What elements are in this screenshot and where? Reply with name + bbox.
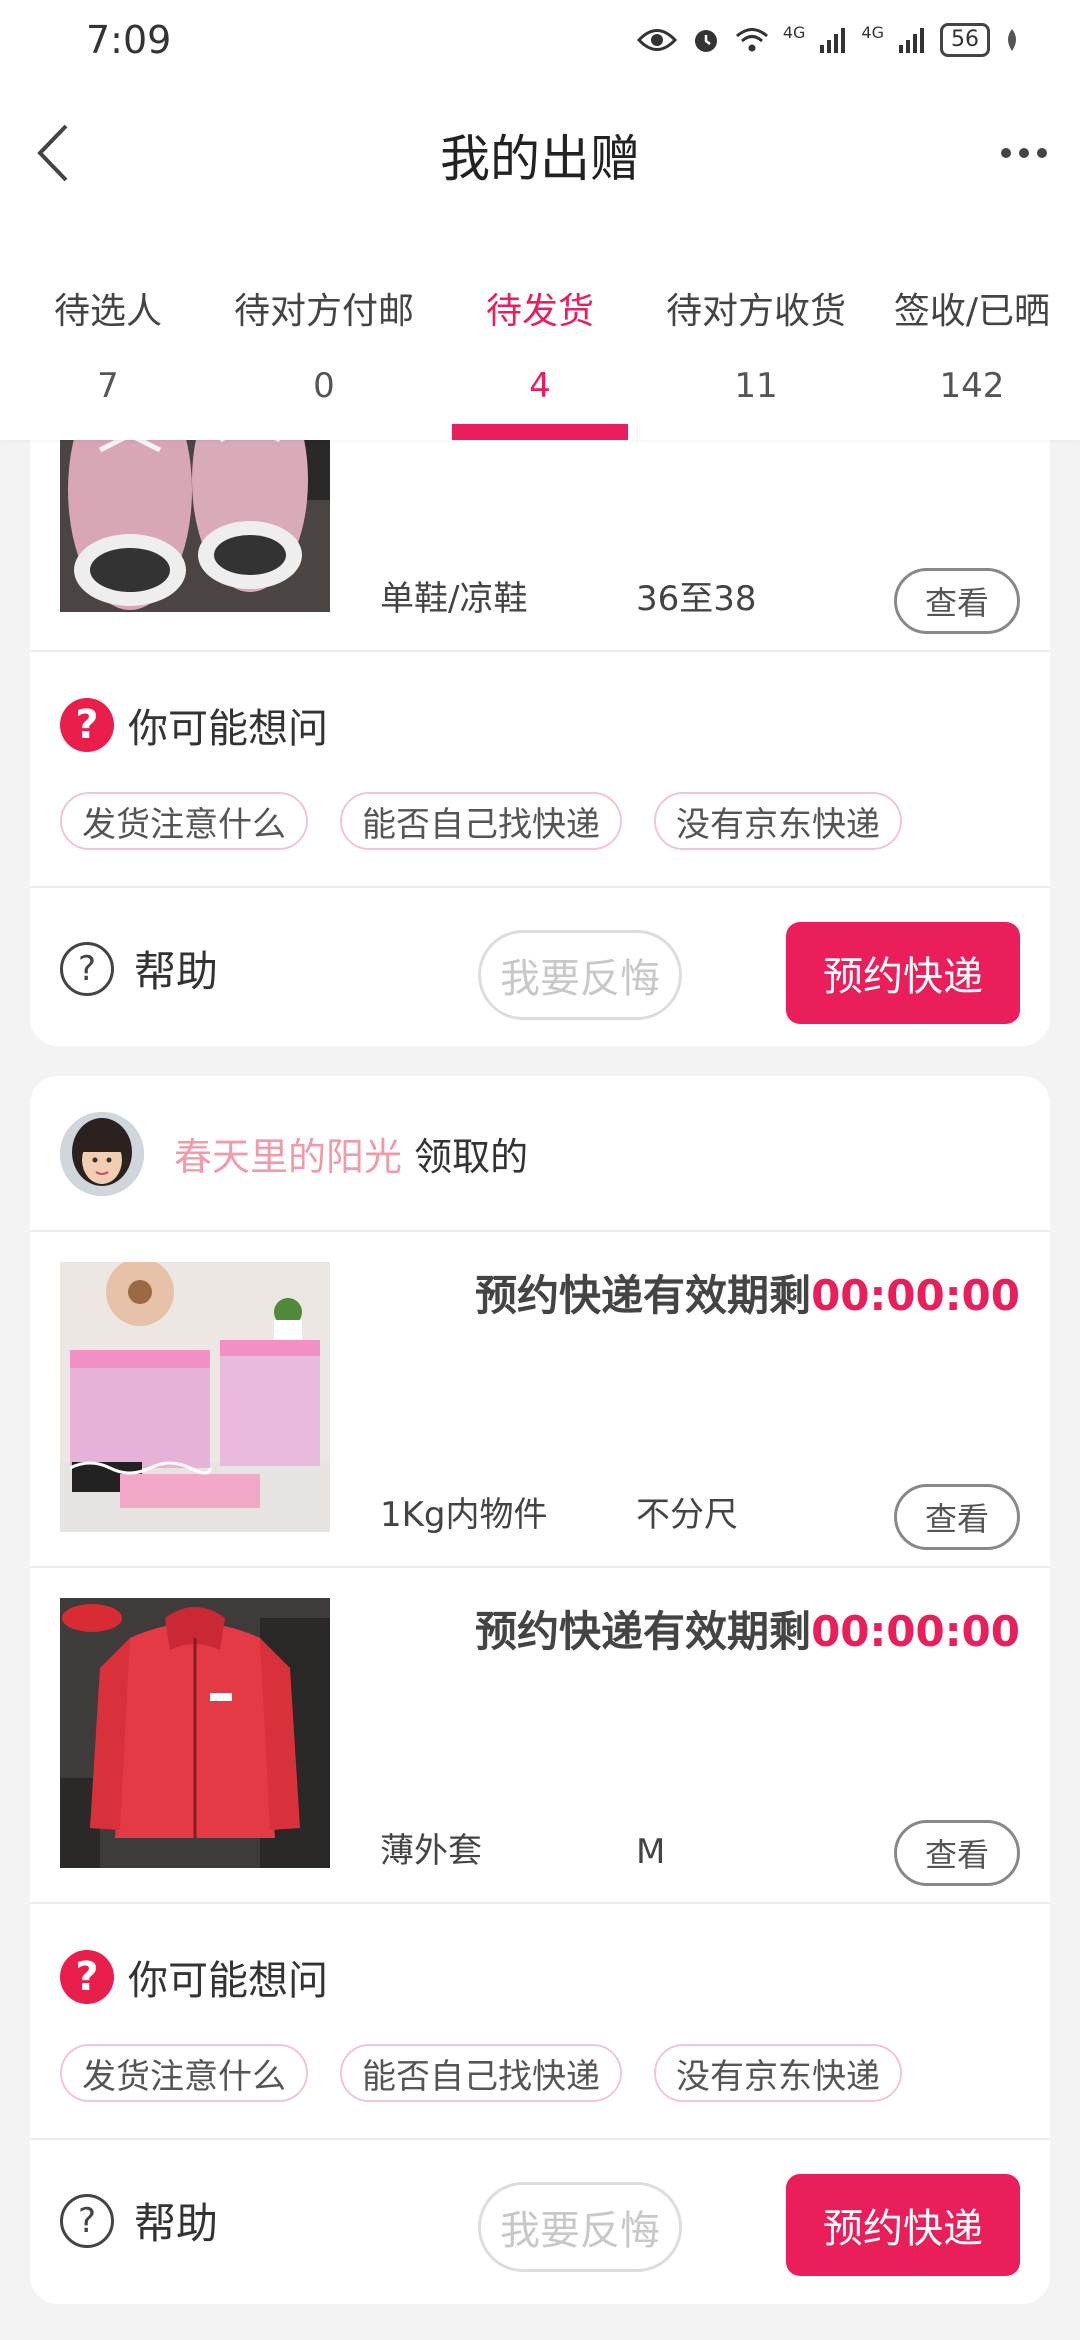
recipient-info: 春天里的阳光 领取的 (174, 1126, 528, 1181)
red-jacket-image (60, 1598, 330, 1868)
help-button[interactable]: ? 帮助 (60, 938, 218, 999)
status-time: 7:09 (86, 18, 172, 62)
battery-icon: 56 (940, 23, 990, 57)
help-label: 帮助 (134, 2199, 219, 2248)
product-size: 36至38 (636, 579, 757, 619)
recipient-name[interactable]: 春天里的阳光 (174, 1135, 402, 1179)
courier-countdown: 预约快递有效期剩00:00:00 (475, 1262, 1020, 1323)
help-label: 帮助 (134, 947, 219, 996)
avatar-image (60, 1112, 144, 1196)
help-circle-icon: ? (60, 941, 114, 996)
signal-icon (820, 28, 846, 53)
status-tabs: 待选人 7 待对方付邮 0 待发货 4 待对方收货 11 签收/已晒 142 (0, 230, 1080, 440)
product-type: 单鞋/凉鞋 (380, 579, 528, 619)
product-row: 预约快递有效期剩00:00:00 1Kg内物件 不分尺 查看 (30, 1232, 1050, 1568)
tab-pending-ship[interactable]: 待发货 4 (432, 230, 648, 440)
action-bar: ? 帮助 我要反悔 预约快递 (30, 2142, 1050, 2302)
product-thumbnail-lace-covers[interactable] (60, 1262, 330, 1532)
product-row: 预约快递有效期剩00:00:00 薄外套 M 查看 (30, 1568, 1050, 1904)
signal-icon-2 (899, 28, 924, 53)
faq-chip[interactable]: 能否自己找快递 (340, 792, 622, 850)
countdown-label: 预约快递有效期剩 (475, 1607, 812, 1656)
product-size: 不分尺 (636, 1495, 738, 1535)
faq-section: ? 你可能想问 发货注意什么 能否自己找快递 没有京东快递 (30, 1904, 1050, 2140)
book-courier-button[interactable]: 预约快递 (786, 922, 1020, 1024)
faq-chip[interactable]: 没有京东快递 (654, 792, 902, 850)
tab-count: 11 (734, 366, 778, 406)
faq-chips: 发货注意什么 能否自己找快递 没有京东快递 (60, 2044, 902, 2102)
back-arrow-icon[interactable] (26, 118, 86, 188)
tab-label: 签收/已晒 (893, 291, 1051, 332)
regret-button[interactable]: 我要反悔 (478, 2182, 682, 2272)
tab-signed-shared[interactable]: 签收/已晒 142 (864, 230, 1080, 440)
product-thumbnail-jacket[interactable] (60, 1598, 330, 1868)
nav-bar: 我的出赠 (0, 80, 1080, 230)
faq-chip[interactable]: 发货注意什么 (60, 2044, 308, 2102)
help-button[interactable]: ? 帮助 (60, 2190, 218, 2251)
leaf-icon (1008, 29, 1016, 51)
tab-label: 待发货 (485, 291, 594, 332)
tab-label: 待对方付邮 (233, 291, 414, 332)
faq-chip[interactable]: 没有京东快递 (654, 2044, 902, 2102)
book-courier-button[interactable]: 预约快递 (786, 2174, 1020, 2276)
faq-chips: 发货注意什么 能否自己找快递 没有京东快递 (60, 792, 902, 850)
recipient-suffix: 领取的 (414, 1135, 529, 1179)
recipient-row: 春天里的阳光 领取的 (30, 1076, 1050, 1232)
eye-icon (636, 29, 677, 51)
tab-active-indicator (452, 424, 628, 440)
tab-pending-select[interactable]: 待选人 7 (0, 230, 216, 440)
alarm-icon (694, 30, 717, 52)
faq-header: ? 你可能想问 (60, 696, 328, 754)
countdown-time: 00:00:00 (811, 1607, 1020, 1656)
countdown-label: 预约快递有效期剩 (475, 1271, 812, 1320)
wifi-icon (735, 28, 768, 52)
faq-header: ? 你可能想问 (60, 1948, 328, 2006)
product-size: M (636, 1832, 666, 1872)
faq-title: 你可能想问 (128, 706, 328, 752)
lace-covers-image (60, 1262, 330, 1532)
question-icon: ? (60, 1950, 114, 2004)
tab-pending-postage[interactable]: 待对方付邮 0 (216, 230, 432, 440)
status-bar: 7:09 4G 4G 56 (0, 0, 1080, 80)
faq-section: ? 你可能想问 发货注意什么 能否自己找快递 没有京东快递 (30, 652, 1050, 888)
view-button[interactable]: 查看 (894, 1484, 1020, 1550)
product-type: 1Kg内物件 (380, 1495, 548, 1535)
tab-label: 待选人 (53, 291, 162, 332)
question-icon: ? (60, 698, 114, 752)
avatar[interactable] (60, 1112, 144, 1196)
help-circle-icon: ? (60, 2193, 114, 2248)
faq-chip[interactable]: 能否自己找快递 (340, 2044, 622, 2102)
network-label-2: 4G (861, 23, 884, 42)
tab-count: 0 (313, 366, 335, 406)
more-options-icon[interactable] (994, 128, 1054, 178)
gift-card: 单鞋/凉鞋 36至38 查看 ? 你可能想问 发货注意什么 能否自己找快递 没有… (30, 380, 1050, 1046)
faq-title: 你可能想问 (128, 1958, 328, 2004)
faq-chip[interactable]: 发货注意什么 (60, 792, 308, 850)
view-button[interactable]: 查看 (894, 568, 1020, 634)
tab-pending-receive[interactable]: 待对方收货 11 (648, 230, 864, 440)
tab-count: 142 (939, 366, 1005, 406)
countdown-time: 00:00:00 (811, 1271, 1020, 1320)
network-label-1: 4G (782, 23, 806, 42)
status-icons: 4G 4G 56 (636, 23, 1020, 57)
tab-label: 待对方收货 (665, 291, 846, 332)
page-title: 我的出赠 (440, 130, 640, 188)
courier-countdown: 预约快递有效期剩00:00:00 (475, 1598, 1020, 1659)
view-button[interactable]: 查看 (894, 1820, 1020, 1886)
action-bar: ? 帮助 我要反悔 预约快递 (30, 890, 1050, 1046)
tab-count: 4 (529, 366, 551, 406)
gift-card: 春天里的阳光 领取的 预约快递有效期剩00:00:00 1Kg内物件 不分尺 查… (30, 1076, 1050, 2304)
product-type: 薄外套 (380, 1831, 482, 1871)
tab-count: 7 (97, 366, 119, 406)
regret-button[interactable]: 我要反悔 (478, 930, 682, 1020)
